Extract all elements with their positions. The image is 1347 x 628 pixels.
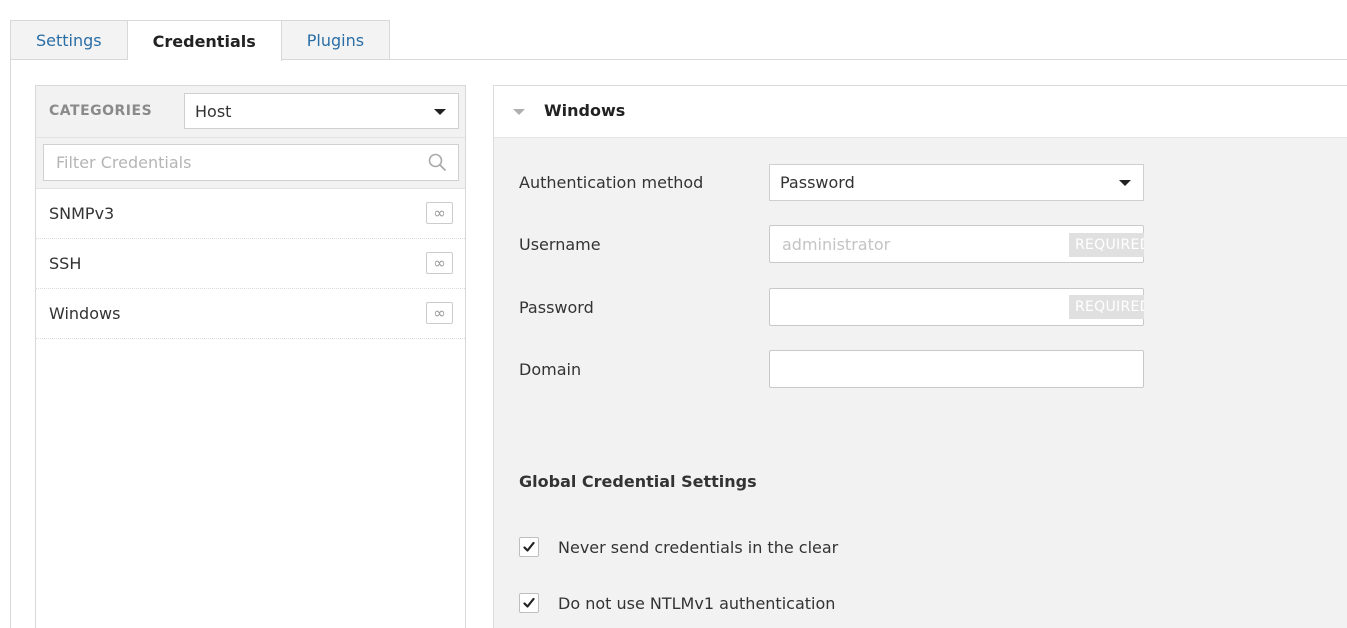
content-border [10,59,11,628]
never-send-clear-checkbox[interactable] [519,537,539,557]
chevron-down-icon [434,109,446,115]
collapse-icon[interactable] [513,109,525,115]
required-badge: REQUIRED [1069,233,1144,257]
filter-credentials-input[interactable] [43,144,459,181]
credential-item-label: SSH [49,254,82,273]
credential-item-label: Windows [49,304,121,323]
credential-item-ssh[interactable]: SSH ∞ [36,239,465,289]
search-icon [428,153,446,171]
auth-method-label: Authentication method [519,173,704,192]
domain-label: Domain [519,360,582,379]
categories-bar: CATEGORIES Host [36,86,465,138]
credential-item-windows[interactable]: Windows ∞ [36,289,465,339]
password-label: Password [519,298,594,317]
required-badge: REQUIRED [1069,295,1144,319]
checkmark-icon [523,597,535,608]
credential-item-label: SNMPv3 [49,204,115,223]
tab-credentials[interactable]: Credentials [127,20,282,61]
panel-header: Windows [494,86,1347,138]
infinity-icon[interactable]: ∞ [426,202,453,224]
category-select-value: Host [195,101,232,121]
credential-item-snmpv3[interactable]: SNMPv3 ∞ [36,189,465,239]
tab-bar: Settings Credentials Plugins [10,20,391,61]
tab-plugins[interactable]: Plugins [281,20,391,60]
credential-detail-panel: Windows Authentication method Password U… [493,85,1347,628]
no-ntlmv1-label: Do not use NTLMv1 authentication [558,594,836,613]
auth-method-value: Password [780,173,855,192]
filter-row [36,138,465,189]
categories-label: CATEGORIES [49,103,153,119]
username-label: Username [519,235,601,254]
credentials-list-panel: CATEGORIES Host SNMPv3 ∞ SSH ∞ Windows ∞ [35,85,466,628]
global-settings-heading: Global Credential Settings [519,472,757,491]
tab-settings[interactable]: Settings [10,20,128,60]
no-ntlmv1-checkbox[interactable] [519,593,539,613]
auth-method-select[interactable]: Password [769,164,1144,201]
category-select[interactable]: Host [184,93,459,129]
chevron-down-icon [1119,180,1131,186]
username-required-badge-wrap: REQUIRED [1069,233,1144,257]
infinity-icon[interactable]: ∞ [426,302,453,324]
panel-title: Windows [544,101,626,120]
domain-field[interactable] [769,350,1144,388]
checkmark-icon [523,541,535,552]
password-required-badge-wrap: REQUIRED [1069,295,1144,319]
never-send-clear-label: Never send credentials in the clear [558,538,839,557]
infinity-icon[interactable]: ∞ [426,252,453,274]
